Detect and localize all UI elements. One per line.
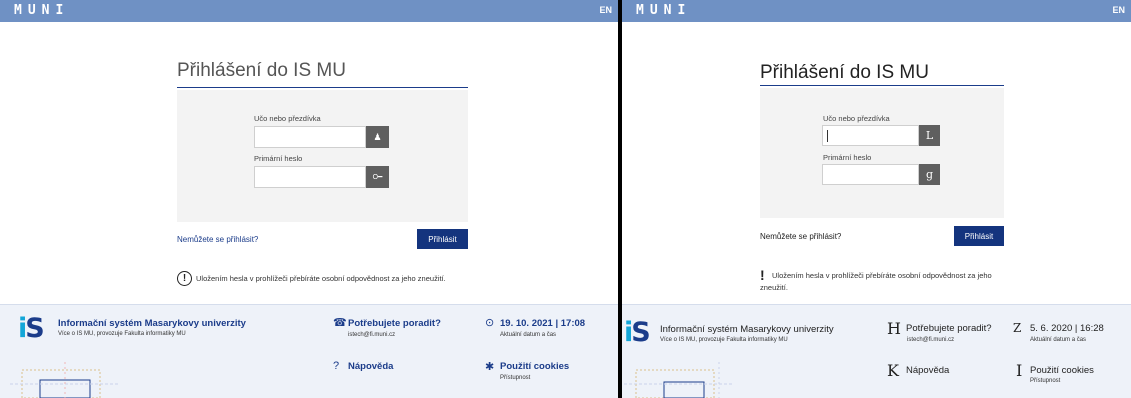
password-label: Primární heslo — [823, 153, 872, 162]
question-circle-icon: K — [887, 361, 899, 380]
top-bar: MUNI EN — [622, 0, 1131, 22]
help-title[interactable]: Potřebujete poradit? — [906, 323, 992, 334]
question-circle-icon: ? — [333, 360, 340, 372]
login-screenshot-right: MUNI EN Přihlášení do IS MU Učo nebo pře… — [622, 0, 1131, 398]
help-manual-link[interactable]: Nápověda — [906, 365, 949, 376]
uco-label: Učo nebo přezdívka — [823, 114, 890, 123]
help-manual-link[interactable]: Nápověda — [348, 361, 393, 372]
login-button[interactable]: Přihlásit — [417, 229, 468, 249]
help-email[interactable]: istech@fi.muni.cz — [907, 337, 954, 343]
user-icon: L — [919, 125, 940, 146]
gear-icon: ✱ — [485, 361, 495, 373]
cant-login-link[interactable]: Nemůžete se přihlásit? — [177, 235, 258, 244]
key-icon[interactable]: g — [919, 164, 940, 185]
password-warning: Uložením hesla v prohlížeči přebíráte os… — [196, 274, 446, 283]
title-underline — [177, 87, 468, 88]
cookies-link[interactable]: Použití cookies — [500, 361, 569, 372]
accessibility-link[interactable]: Přístupnost — [1030, 378, 1060, 384]
login-form: Učo nebo přezdívka ♟ Primární heslo O━ — [177, 90, 468, 222]
exclamation-circle-icon: ! — [177, 271, 192, 286]
datetime-caption: Aktuální datum a čas — [500, 332, 557, 338]
page-title: Přihlášení do IS MU — [760, 62, 929, 83]
text-cursor — [827, 130, 828, 142]
decorative-grid-graphic — [10, 362, 120, 398]
accessibility-link[interactable]: Přístupnost — [500, 375, 530, 381]
title-underline — [760, 85, 1004, 86]
clock-icon: Z — [1013, 321, 1022, 335]
uco-label: Učo nebo přezdívka — [254, 114, 321, 123]
password-label: Primární heslo — [254, 154, 303, 163]
key-icon[interactable]: O━ — [366, 166, 389, 188]
current-datetime: 19. 10. 2021 | 17:08 — [500, 318, 586, 329]
system-subtitle[interactable]: Více o IS MU, provozuje Fakulta informat… — [58, 331, 186, 337]
uco-input[interactable] — [822, 125, 919, 146]
password-warning: Uložením hesla v prohlížeči přebíráte os… — [760, 271, 992, 292]
login-button[interactable]: Přihlásit — [954, 226, 1004, 246]
cant-login-link[interactable]: Nemůžete se přihlásit? — [760, 232, 841, 241]
password-input[interactable] — [254, 166, 366, 188]
phone-icon: ☎ — [333, 317, 347, 329]
cookies-link[interactable]: Použití cookies — [1030, 365, 1094, 376]
phone-icon: H — [887, 319, 901, 338]
top-bar: MUNI EN — [0, 0, 618, 22]
login-form: Učo nebo přezdívka L Primární heslo g — [760, 88, 1004, 218]
system-title-link[interactable]: Informační systém Masarykovy univerzity — [58, 318, 246, 329]
datetime-caption: Aktuální datum a čas — [1030, 337, 1087, 343]
password-input[interactable] — [822, 164, 919, 185]
page-title: Přihlášení do IS MU — [177, 60, 346, 81]
is-logo[interactable]: iS — [624, 317, 651, 348]
system-title-link[interactable]: Informační systém Masarykovy univerzity — [660, 324, 834, 335]
uco-input[interactable] — [254, 126, 366, 148]
muni-logo[interactable]: MUNI — [14, 3, 69, 18]
is-logo[interactable]: iS — [18, 313, 45, 344]
language-switch[interactable]: EN — [599, 5, 612, 15]
decorative-grid-graphic — [624, 362, 734, 398]
muni-logo[interactable]: MUNI — [636, 3, 691, 18]
system-subtitle[interactable]: Více o IS MU, provozuje Fakulta informat… — [660, 337, 788, 343]
user-icon: ♟ — [366, 126, 389, 148]
clock-icon: ⊙ — [485, 317, 495, 329]
current-datetime: 5. 6. 2020 | 16:28 — [1030, 323, 1104, 334]
help-title[interactable]: Potřebujete poradit? — [348, 318, 441, 329]
language-switch[interactable]: EN — [1112, 5, 1125, 15]
gear-icon: I — [1016, 361, 1023, 380]
login-screenshot-left: MUNI EN Přihlášení do IS MU Učo nebo pře… — [0, 0, 618, 398]
help-email[interactable]: istech@fi.muni.cz — [348, 332, 395, 338]
